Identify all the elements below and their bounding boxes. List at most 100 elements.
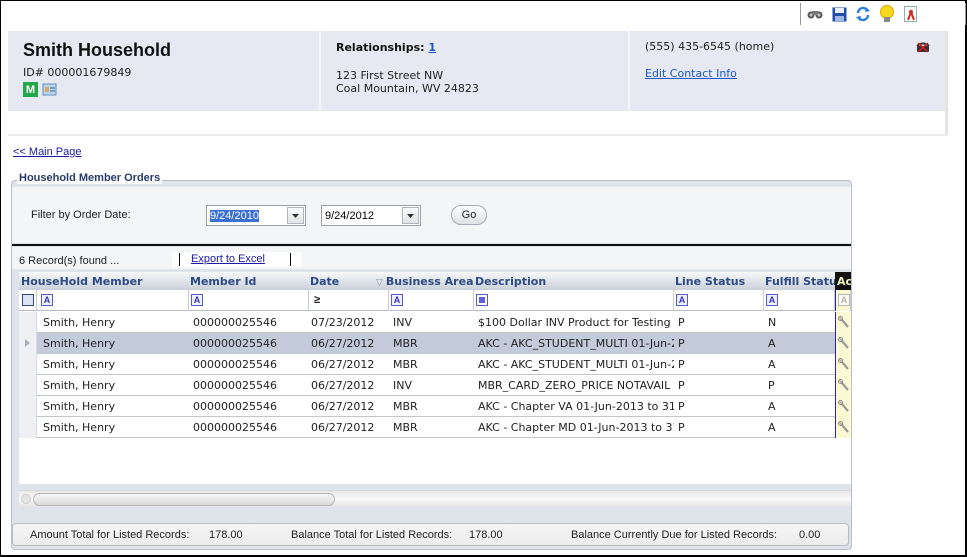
text-filter-icon[interactable]: A xyxy=(391,294,403,306)
lightbulb-icon[interactable] xyxy=(877,4,897,24)
household-name: Smith Household xyxy=(23,40,171,60)
cell-business-area: MBR xyxy=(393,358,418,371)
table-row[interactable]: Smith, Henry 000000025546 06/27/2012 MBR AKC… xyxy=(19,354,851,375)
date-to-dropdown-button[interactable] xyxy=(402,207,419,224)
cell-line-status: P xyxy=(678,337,685,350)
column-header-business-area[interactable]: ▽ Business Area xyxy=(376,275,474,288)
checkbox-filter-icon[interactable] xyxy=(476,294,488,306)
row-action-cell[interactable] xyxy=(835,375,851,396)
address-line-1: 123 First Street NW xyxy=(336,69,444,82)
binoculars-icon[interactable] xyxy=(805,4,825,24)
wrench-icon[interactable] xyxy=(837,421,850,434)
row-action-cell[interactable] xyxy=(835,354,851,375)
orders-grid: HouseHold Member Member Id Date ▽ Busines… xyxy=(19,272,851,484)
wrench-icon[interactable] xyxy=(837,337,850,350)
text-filter-icon[interactable]: A xyxy=(41,294,53,306)
cell-member: Smith, Henry xyxy=(43,337,116,350)
cell-date: 06/27/2012 xyxy=(311,421,375,434)
header-divider xyxy=(8,134,948,136)
cell-member: Smith, Henry xyxy=(43,421,116,434)
column-header-household-member[interactable]: HouseHold Member xyxy=(21,275,142,288)
row-selector[interactable] xyxy=(19,333,37,354)
member-badge[interactable]: M xyxy=(23,82,38,97)
household-identity: Smith Household ID# 000001679849 M xyxy=(8,31,321,111)
text-filter-icon[interactable]: A xyxy=(766,294,778,306)
greater-equal-filter-icon[interactable]: ≥ xyxy=(311,294,323,306)
cell-date: 06/27/2012 xyxy=(311,379,375,392)
go-button[interactable]: Go xyxy=(451,205,487,225)
column-header-date[interactable]: Date xyxy=(310,275,339,288)
cell-member-id: 000000025546 xyxy=(193,337,277,350)
export-to-excel-link[interactable]: Export to Excel xyxy=(191,253,265,265)
scrollbar-thumb[interactable] xyxy=(33,493,335,506)
cell-date: 06/27/2012 xyxy=(311,337,375,350)
row-selector[interactable] xyxy=(19,312,37,333)
date-from-picker[interactable]: 9/24/2010 xyxy=(206,205,306,226)
cell-business-area: INV xyxy=(393,379,412,392)
cell-description: AKC - Chapter MD 01-Jun-2013 to 31- xyxy=(478,421,674,434)
cell-member-id: 000000025546 xyxy=(193,400,277,413)
cell-member-id: 000000025546 xyxy=(193,421,277,434)
row-selector[interactable] xyxy=(19,396,37,417)
date-from-input[interactable]: 9/24/2010 xyxy=(210,209,259,222)
report-icon[interactable] xyxy=(901,4,921,24)
wrench-icon[interactable] xyxy=(837,316,850,329)
cell-fulfill-status: P xyxy=(768,379,775,392)
amount-total-label: Amount Total for Listed Records: xyxy=(30,529,190,541)
save-icon[interactable] xyxy=(829,4,849,24)
relationships-count-link[interactable]: 1 xyxy=(428,41,436,54)
edit-contact-info-link[interactable]: Edit Contact Info xyxy=(645,67,737,80)
household-contact: (555) 435-6545 (home) Edit Contact Info xyxy=(630,31,945,111)
row-action-cell[interactable] xyxy=(835,312,851,333)
table-row[interactable]: Smith, Henry 000000025546 06/27/2012 MBR AKC… xyxy=(19,396,851,417)
table-row[interactable]: Smith, Henry 000000025546 06/27/2012 MBR AKC… xyxy=(19,333,851,354)
horizontal-scrollbar[interactable] xyxy=(19,490,851,507)
clear-filter-icon[interactable] xyxy=(22,294,34,306)
filter-label: Filter by Order Date: xyxy=(31,209,131,221)
column-header-actions[interactable]: Ac xyxy=(835,272,851,290)
cell-line-status: P xyxy=(678,421,685,434)
export-separator xyxy=(179,253,180,266)
row-action-cell[interactable] xyxy=(835,396,851,417)
date-from-dropdown-button[interactable] xyxy=(287,207,304,224)
text-filter-icon[interactable]: A xyxy=(191,294,203,306)
cell-line-status: P xyxy=(678,316,685,329)
column-header-member-id[interactable]: Member Id xyxy=(190,275,256,288)
amount-total-value: 178.00 xyxy=(209,529,243,541)
profile-card-icon[interactable] xyxy=(42,82,57,100)
table-row[interactable]: Smith, Henry 000000025546 06/27/2012 MBR AKC… xyxy=(19,417,851,438)
chevron-down-icon xyxy=(292,213,299,218)
date-to-picker[interactable]: 9/24/2012 xyxy=(321,205,421,226)
column-header-description[interactable]: Description xyxy=(475,275,546,288)
cell-fulfill-status: A xyxy=(768,421,776,434)
cell-line-status: P xyxy=(678,400,685,413)
row-selector[interactable] xyxy=(19,354,37,375)
date-to-input[interactable]: 9/24/2012 xyxy=(325,210,374,222)
row-action-cell[interactable] xyxy=(835,417,851,438)
wrench-icon[interactable] xyxy=(837,358,850,371)
do-not-call-phone-icon xyxy=(916,42,930,56)
wrench-icon[interactable] xyxy=(837,400,850,413)
grid-header: HouseHold Member Member Id Date ▽ Busines… xyxy=(19,272,851,290)
column-header-line-status[interactable]: Line Status xyxy=(675,275,745,288)
row-action-cell[interactable] xyxy=(835,333,851,354)
balance-total-value: 178.00 xyxy=(469,529,503,541)
row-selector[interactable] xyxy=(19,417,37,438)
cell-description: AKC - AKC_STUDENT_MULTI 01-Jun-2 xyxy=(478,358,674,371)
phone-number: (555) 435-6545 (home) xyxy=(645,40,775,53)
sort-descending-icon: ▽ xyxy=(376,278,383,288)
row-selector[interactable] xyxy=(19,375,37,396)
balance-due-label: Balance Currently Due for Listed Records… xyxy=(571,529,778,541)
text-filter-icon[interactable]: A xyxy=(676,294,688,306)
totals-bar: Amount Total for Listed Records: 178.00 … xyxy=(12,523,849,546)
wrench-icon[interactable] xyxy=(837,379,850,392)
scroll-left-button[interactable] xyxy=(21,494,31,504)
table-row[interactable]: Smith, Henry 000000025546 07/23/2012 INV $10… xyxy=(19,312,851,333)
column-header-fulfill-status[interactable]: Fulfill Status xyxy=(765,275,843,288)
main-page-link[interactable]: << Main Page xyxy=(13,146,82,158)
cell-business-area: MBR xyxy=(393,421,418,434)
refresh-icon[interactable] xyxy=(853,4,873,24)
cell-fulfill-status: A xyxy=(768,400,776,413)
table-row[interactable]: Smith, Henry 000000025546 06/27/2012 INV MBR… xyxy=(19,375,851,396)
top-toolbar xyxy=(800,3,921,25)
